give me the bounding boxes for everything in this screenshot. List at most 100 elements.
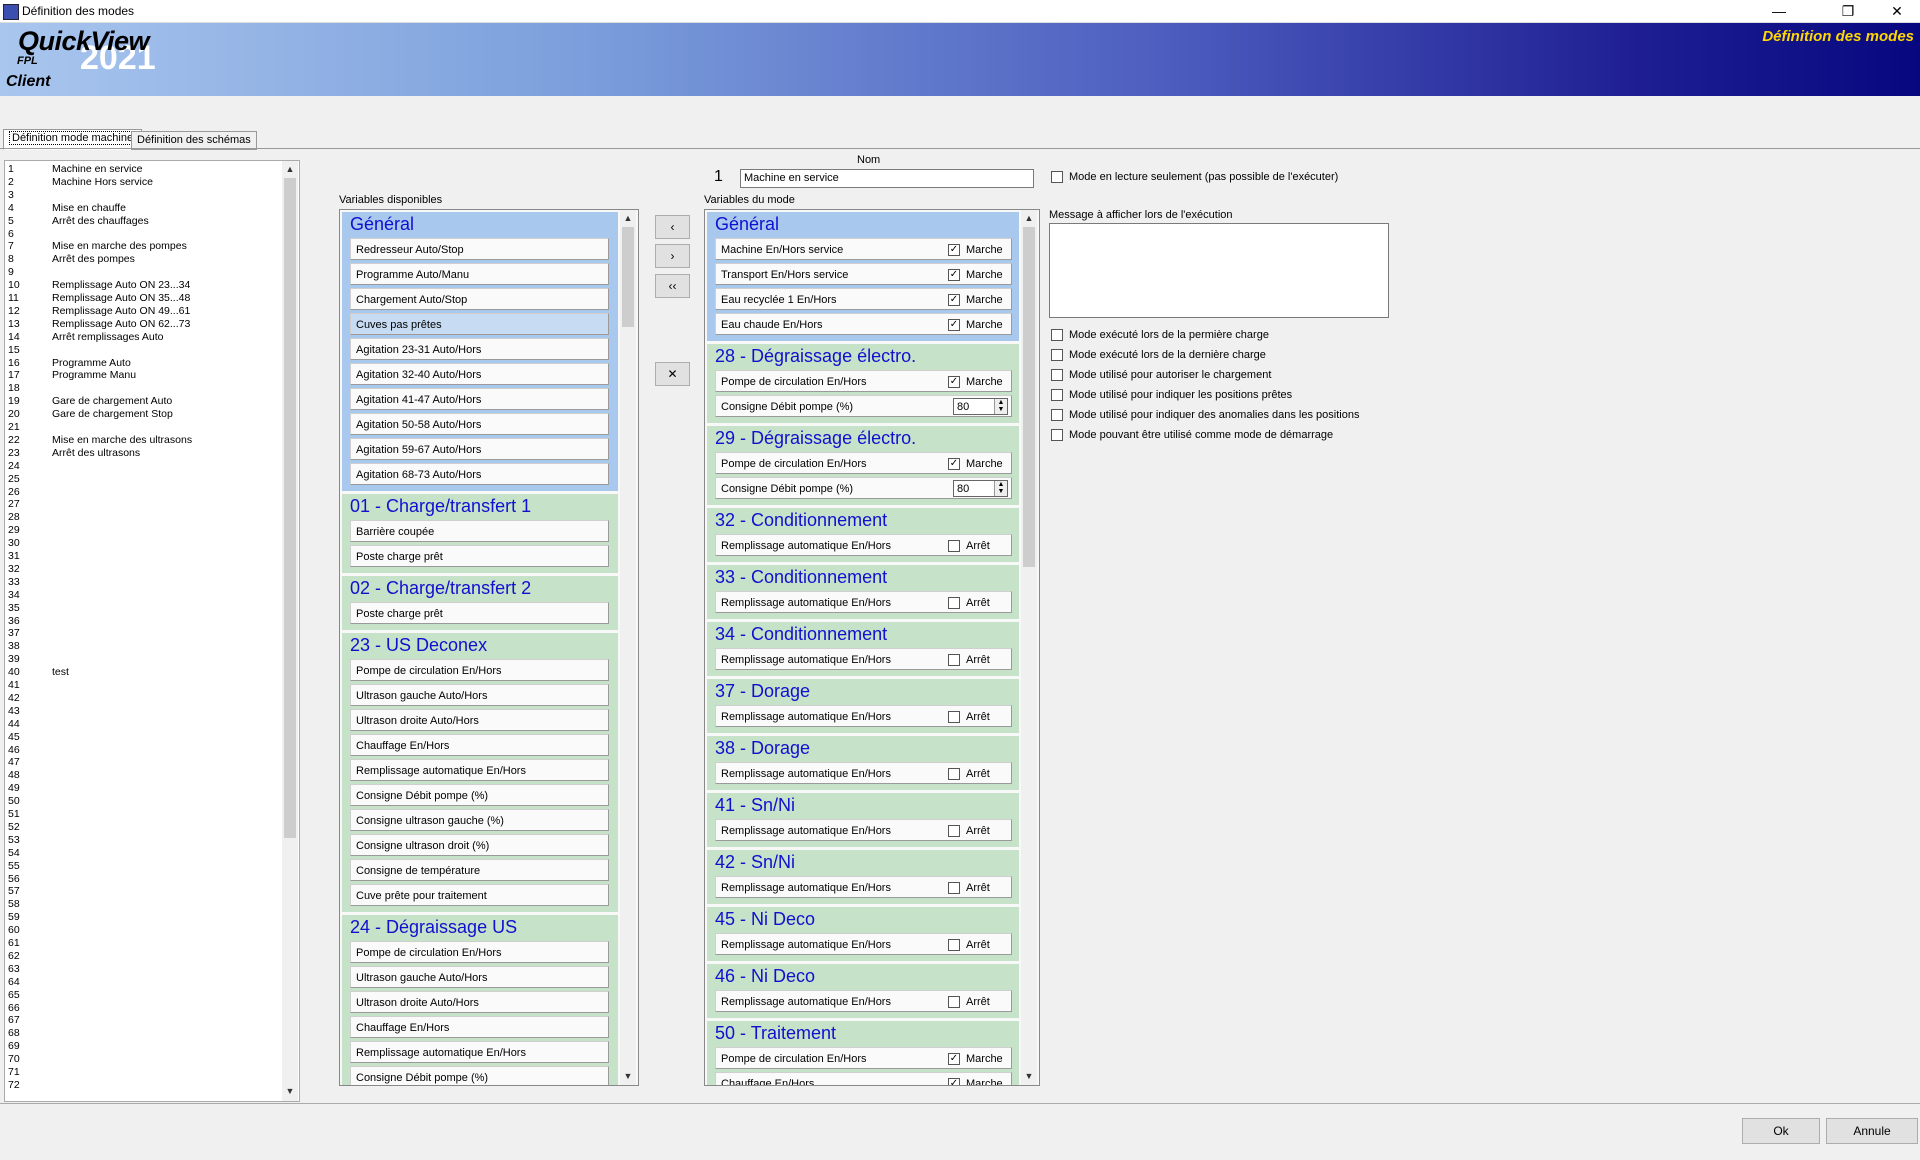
available-variables-panel[interactable]: Général Redresseur Auto/Stop Programme Aut… xyxy=(339,209,639,1086)
mode-variable-item[interactable]: Remplissage automatique En/Hors Arrêt xyxy=(715,534,1012,556)
option-row[interactable]: Mode exécuté lors de la dernière charge xyxy=(1051,348,1266,364)
mode-list-item[interactable]: 65 xyxy=(8,989,52,1002)
mode-list-item[interactable]: 33 xyxy=(8,576,52,589)
mode-list-item[interactable]: 54 xyxy=(8,847,52,860)
mode-list-item[interactable]: 69 xyxy=(8,1040,52,1053)
state-checkbox[interactable]: ✓ xyxy=(948,244,960,256)
mode-list-item[interactable]: 19 Gare de chargement Auto xyxy=(8,395,172,408)
mode-list-item[interactable]: 48 xyxy=(8,769,52,782)
scroll-thumb[interactable] xyxy=(284,178,296,838)
available-variable-item[interactable]: Agitation 59-67 Auto/Hors xyxy=(350,438,609,460)
scroll-up-icon[interactable]: ▲ xyxy=(282,161,298,177)
mode-variable-item[interactable]: Pompe de circulation En/Hors ✓ Marche xyxy=(715,370,1012,392)
mode-list-item[interactable]: 23 Arrêt des ultrasons xyxy=(8,447,140,460)
mode-variable-item[interactable]: Remplissage automatique En/Hors Arrêt xyxy=(715,591,1012,613)
state-checkbox[interactable] xyxy=(948,939,960,951)
mode-variables-panel[interactable]: Général Machine En/Hors service ✓ Marche Tra… xyxy=(704,209,1040,1086)
state-checkbox[interactable]: ✓ xyxy=(948,1053,960,1065)
available-variable-item[interactable]: Pompe de circulation En/Hors xyxy=(350,659,609,681)
mode-list-item[interactable]: 68 xyxy=(8,1027,52,1040)
available-variable-item[interactable]: Remplissage automatique En/Hors xyxy=(350,759,609,781)
mode-list-item[interactable]: 60 xyxy=(8,924,52,937)
state-checkbox[interactable] xyxy=(948,654,960,666)
spinner-arrows-icon[interactable]: ▲ ▼ xyxy=(994,481,1007,496)
mode-list-item[interactable]: 14 Arrêt remplissages Auto xyxy=(8,331,163,344)
mode-list-item[interactable]: 20 Gare de chargement Stop xyxy=(8,408,173,421)
scroll-down-icon[interactable]: ▼ xyxy=(620,1068,636,1084)
available-variable-item[interactable]: Ultrason droite Auto/Hors xyxy=(350,991,609,1013)
mode-variable-item[interactable]: Remplissage automatique En/Hors Arrêt xyxy=(715,990,1012,1012)
mode-list-item[interactable]: 28 xyxy=(8,511,52,524)
available-variable-item[interactable]: Barrière coupée xyxy=(350,520,609,542)
mode-list-item[interactable]: 26 xyxy=(8,486,52,499)
mode-list-item[interactable]: 64 xyxy=(8,976,52,989)
state-checkbox[interactable] xyxy=(948,711,960,723)
mode-list-item[interactable]: 71 xyxy=(8,1066,52,1079)
mode-variable-item[interactable]: Remplissage automatique En/Hors Arrêt xyxy=(715,705,1012,727)
state-checkbox[interactable] xyxy=(948,768,960,780)
mode-list-item[interactable]: 41 xyxy=(8,679,52,692)
mode-list-item[interactable]: 30 xyxy=(8,537,52,550)
mode-list-item[interactable]: 38 xyxy=(8,640,52,653)
mode-variable-item[interactable]: Remplissage automatique En/Hors Arrêt xyxy=(715,876,1012,898)
available-variable-item[interactable]: Agitation 68-73 Auto/Hors xyxy=(350,463,609,485)
mode-list-item[interactable]: 24 xyxy=(8,460,52,473)
mode-list-item[interactable]: 32 xyxy=(8,563,52,576)
available-variable-item[interactable]: Consigne Débit pompe (%) xyxy=(350,784,609,806)
available-variable-item[interactable]: Chauffage En/Hors xyxy=(350,1016,609,1038)
mode-list-scrollbar[interactable]: ▲ ▼ xyxy=(282,161,298,1101)
available-variable-item[interactable]: Ultrason gauche Auto/Hors xyxy=(350,966,609,988)
state-checkbox[interactable] xyxy=(948,996,960,1008)
option-row[interactable]: Mode utilisé pour autoriser le chargemen… xyxy=(1051,368,1271,384)
scroll-up-icon[interactable]: ▲ xyxy=(1021,210,1037,226)
mode-list-item[interactable]: 21 xyxy=(8,421,52,434)
state-checkbox[interactable]: ✓ xyxy=(948,294,960,306)
mode-list-item[interactable]: 16 Programme Auto xyxy=(8,357,131,370)
available-variable-item[interactable]: Cuves pas prêtes xyxy=(350,313,609,335)
option-row[interactable]: Mode exécuté lors de la permière charge xyxy=(1051,328,1269,344)
mode-list-item[interactable]: 70 xyxy=(8,1053,52,1066)
mode-list-item[interactable]: 49 xyxy=(8,782,52,795)
mode-variable-item[interactable]: Chauffage En/Hors ✓ Marche xyxy=(715,1072,1012,1085)
option-checkbox[interactable] xyxy=(1051,369,1063,382)
minimize-button[interactable]: — xyxy=(1756,0,1802,22)
mode-scrollbar[interactable]: ▲ ▼ xyxy=(1021,210,1037,1085)
mode-list-item[interactable]: 43 xyxy=(8,705,52,718)
mode-list-item[interactable]: 11 Remplissage Auto ON 35...48 xyxy=(8,292,190,305)
mode-list-item[interactable]: 66 xyxy=(8,1002,52,1015)
state-checkbox[interactable]: ✓ xyxy=(948,376,960,388)
state-checkbox[interactable] xyxy=(948,540,960,552)
state-checkbox[interactable] xyxy=(948,597,960,609)
mode-list-item[interactable]: 15 xyxy=(8,344,52,357)
mode-list-item[interactable]: 52 xyxy=(8,821,52,834)
mode-list-item[interactable]: 51 xyxy=(8,808,52,821)
mode-list-item[interactable]: 17 Programme Manu xyxy=(8,369,136,382)
mode-variable-item[interactable]: Consigne Débit pompe (%) 80 ▲ ▼ xyxy=(715,477,1012,499)
mode-list-item[interactable]: 62 xyxy=(8,950,52,963)
state-checkbox[interactable]: ✓ xyxy=(948,319,960,331)
mode-list[interactable]: 1 Machine en service 2 Machine Hors service… xyxy=(4,160,300,1102)
available-variable-item[interactable]: Poste charge prêt xyxy=(350,602,609,624)
mode-list-item[interactable]: 34 xyxy=(8,589,52,602)
available-variable-item[interactable]: Remplissage automatique En/Hors xyxy=(350,1041,609,1063)
mode-list-item[interactable]: 53 xyxy=(8,834,52,847)
tab-mode-machine[interactable]: Définition mode machine xyxy=(3,129,143,150)
spinner-arrows-icon[interactable]: ▲ ▼ xyxy=(994,399,1007,414)
mode-list-item[interactable]: 63 xyxy=(8,963,52,976)
mode-list-item[interactable]: 56 xyxy=(8,873,52,886)
option-checkbox[interactable] xyxy=(1051,329,1063,342)
scroll-up-icon[interactable]: ▲ xyxy=(620,210,636,226)
mode-variable-item[interactable]: Remplissage automatique En/Hors Arrêt xyxy=(715,762,1012,784)
scroll-down-icon[interactable]: ▼ xyxy=(1021,1068,1037,1084)
add-all-variables-button[interactable]: ‹‹ xyxy=(655,274,690,298)
available-variable-item[interactable]: Cuve prête pour traitement xyxy=(350,884,609,906)
ok-button[interactable]: Ok xyxy=(1742,1118,1820,1144)
mode-list-item[interactable]: 13 Remplissage Auto ON 62...73 xyxy=(8,318,190,331)
option-row[interactable]: Mode pouvant être utilisé comme mode de … xyxy=(1051,428,1333,444)
add-variable-button[interactable]: ‹ xyxy=(655,215,690,239)
mode-list-item[interactable]: 1 Machine en service xyxy=(8,163,142,176)
mode-list-item[interactable]: 44 xyxy=(8,718,52,731)
clear-button[interactable]: ✕ xyxy=(655,362,690,386)
available-variable-item[interactable]: Poste charge prêt xyxy=(350,545,609,567)
available-variable-item[interactable]: Ultrason droite Auto/Hors xyxy=(350,709,609,731)
